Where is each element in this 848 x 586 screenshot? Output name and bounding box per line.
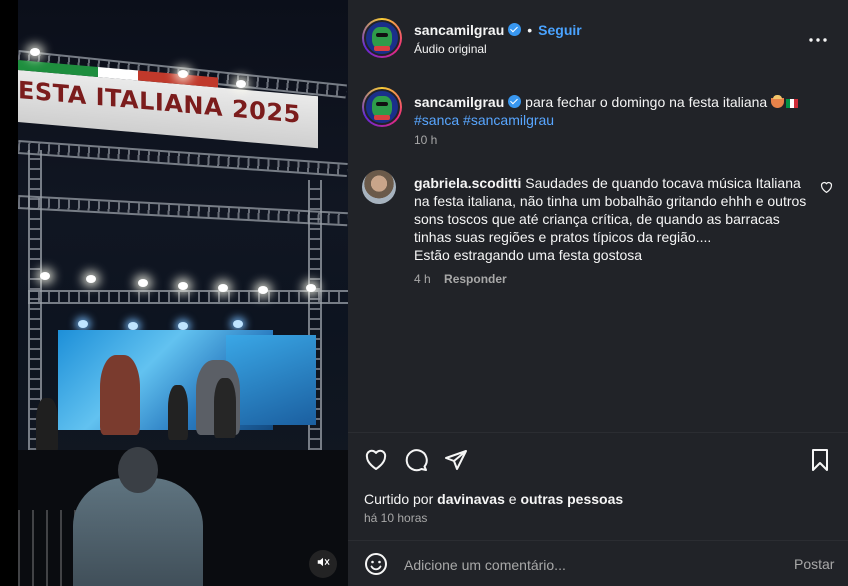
stage-light — [86, 275, 96, 283]
stage-light — [78, 320, 88, 328]
avatar-image — [364, 20, 400, 56]
post-comment-button[interactable]: Postar — [794, 556, 834, 572]
verified-badge-icon — [508, 95, 522, 108]
stage-light — [178, 282, 188, 290]
stage-light — [178, 70, 188, 78]
save-button[interactable] — [808, 448, 834, 474]
verified-badge-icon — [508, 23, 522, 36]
post-timestamp[interactable]: há 10 horas — [364, 511, 427, 525]
reply-button[interactable]: Responder — [444, 272, 507, 286]
speaker-muted-icon — [316, 555, 330, 574]
italy-flag-icon — [786, 99, 799, 108]
stage-light — [218, 284, 228, 292]
divider — [348, 432, 848, 433]
heart-icon — [364, 449, 388, 476]
stage-light — [178, 322, 188, 330]
stage-light — [306, 284, 316, 292]
stage-truss — [18, 195, 348, 227]
concert-photo: ESTA ITALIANA 2025 — [18, 0, 348, 586]
post-panel: sancamilgrau • Seguir Áudio original sanca… — [348, 0, 848, 586]
media-margin — [0, 0, 18, 586]
separator: • — [527, 22, 533, 38]
caption-timestamp[interactable]: 10 h — [414, 133, 437, 147]
liked-by-prefix: Curtido por — [364, 491, 434, 507]
liked-by-user[interactable]: davinavas — [437, 491, 505, 507]
caption-username[interactable]: sancamilgrau — [414, 94, 504, 110]
comment-avatar[interactable] — [362, 170, 396, 204]
stage-light — [258, 286, 268, 294]
post-header: sancamilgrau • Seguir Áudio original — [348, 0, 848, 78]
heart-icon — [820, 180, 833, 197]
share-button[interactable] — [444, 448, 470, 474]
avatar[interactable] — [362, 18, 402, 58]
stage-light — [30, 48, 40, 56]
pasta-emoji-icon — [771, 95, 785, 108]
like-button[interactable] — [364, 448, 390, 474]
audio-label[interactable]: Áudio original — [414, 42, 487, 56]
header-username[interactable]: sancamilgrau — [414, 22, 504, 38]
comment-button[interactable] — [404, 448, 430, 474]
comment-text: gabriela.scoditti Saudades de quando toc… — [414, 174, 812, 264]
hashtag-link[interactable]: #sanca — [414, 112, 459, 128]
mute-button[interactable] — [309, 550, 337, 578]
stage-light — [233, 320, 243, 328]
comment-body-line2: Estão estragando uma festa gostosa — [414, 247, 643, 263]
liked-by-conjunction: e — [508, 491, 517, 507]
share-icon — [444, 450, 468, 476]
more-horizontal-icon — [809, 29, 827, 47]
liked-by: Curtido por davinavas e outras pessoas — [364, 491, 623, 507]
caption-body: para fechar o domingo na festa italiana — [525, 94, 768, 110]
hashtag-link[interactable]: #sancamilgrau — [463, 112, 554, 128]
follow-button[interactable]: Seguir — [538, 22, 582, 38]
stage-light — [40, 272, 50, 280]
emoji-button[interactable] — [364, 552, 390, 578]
stage-truss — [28, 290, 348, 304]
stage-light — [236, 80, 246, 88]
emoji-icon — [364, 553, 388, 580]
audience-member — [73, 478, 203, 586]
comment-like-button[interactable] — [820, 180, 834, 194]
comment-username[interactable]: gabriela.scoditti — [414, 175, 521, 191]
caption-text: sancamilgrau para fechar o domingo na fe… — [414, 93, 824, 129]
singer — [100, 355, 140, 435]
musician — [36, 398, 58, 453]
comment-meta: 4 h Responder — [414, 272, 507, 286]
stage-light — [128, 322, 138, 330]
comment-icon — [404, 449, 428, 476]
bookmark-icon — [808, 449, 832, 476]
avatar-face — [372, 95, 392, 121]
divider — [348, 540, 848, 541]
comment-timestamp[interactable]: 4 h — [414, 272, 431, 286]
post-actions — [364, 448, 834, 474]
musician — [168, 385, 188, 440]
liked-by-others[interactable]: outras pessoas — [520, 491, 623, 507]
musician — [214, 378, 236, 438]
post-media[interactable]: ESTA ITALIANA 2025 — [0, 0, 348, 586]
comment-input[interactable] — [404, 552, 774, 578]
stage-light — [138, 279, 148, 287]
audience-member-head — [118, 447, 158, 493]
avatar-face — [372, 26, 392, 52]
caption-avatar[interactable] — [362, 87, 402, 127]
more-options-button[interactable] — [806, 26, 830, 50]
header-line: sancamilgrau • Seguir — [414, 22, 582, 38]
avatar-image — [364, 89, 400, 125]
